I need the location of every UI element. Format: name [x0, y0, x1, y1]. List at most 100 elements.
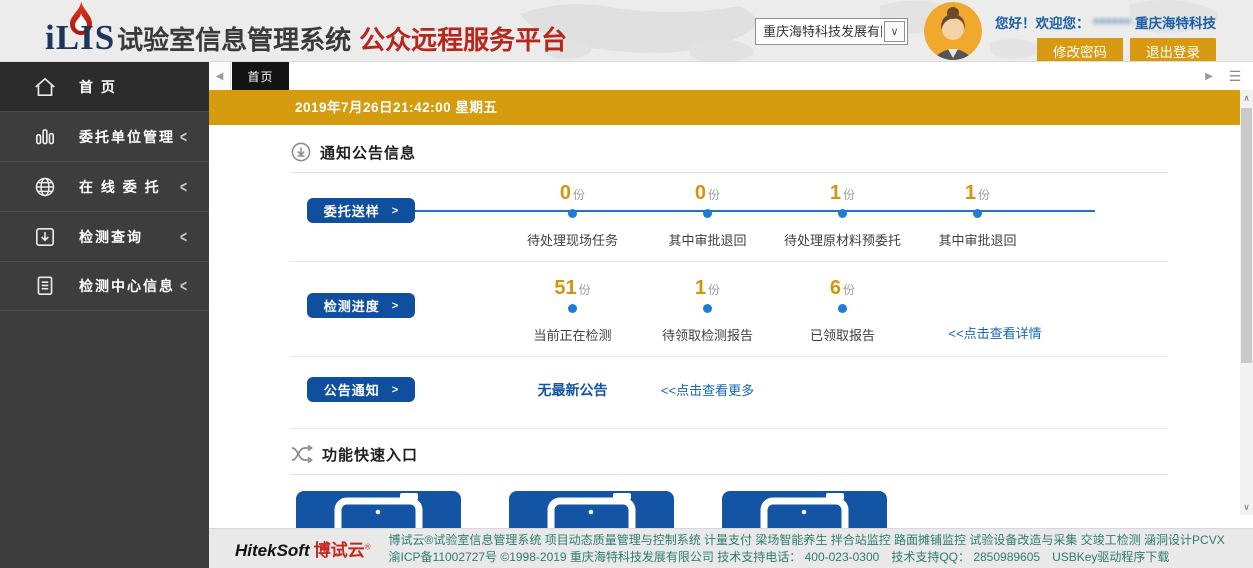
content-area: ◀ 首页 ▶ ☰ 2019年7月26日21:42:00 星期五 通知公告信息 [209, 62, 1253, 568]
chevron-left-icon: < [180, 227, 187, 247]
sidebar-item-label: 首 页 [79, 77, 117, 97]
stat-value: 6 [830, 277, 841, 299]
logo-text: iLIS试验室信息管理系统公众远程服务平台 [45, 18, 567, 58]
announcements-button[interactable]: 公告通知> [307, 377, 415, 402]
scroll-down-icon[interactable]: ∨ [1240, 499, 1253, 515]
timeline-dot [703, 209, 712, 218]
document-icon [33, 274, 57, 298]
arrow-right-icon: > [392, 384, 398, 396]
arrow-right-icon: > [392, 300, 398, 312]
sample-delivery-stats: 0份 待处理现场任务 0份 其中审批退回 1份 待处理原材料预委托 [415, 181, 1168, 249]
main-panel: 通知公告信息 委托送样> 0份 待处理现场任务 [209, 125, 1240, 568]
sidebar-item-test-query[interactable]: 检测查询 < [0, 211, 209, 261]
user-avatar[interactable] [924, 2, 982, 60]
logo-title: 试验室信息管理系统 [117, 25, 351, 55]
stat-value: 1 [695, 277, 706, 299]
arrow-right-icon: > [392, 205, 398, 217]
footer-line-copyright: 渝ICP备11002727号 ©1998-2019 重庆海特科技发展有限公司 技… [389, 549, 1225, 566]
timeline-dot [568, 209, 577, 218]
notice-row-announcements: 公告通知> 无最新公告 <<点击查看更多 [290, 357, 1168, 429]
stat-value: 1 [830, 182, 841, 204]
sidebar: 首 页 委托单位管理 < 在 线 委 托 < 检测查询 [0, 62, 209, 568]
notice-section-title: 通知公告信息 [320, 142, 416, 163]
stat-item: 1份 其中审批退回 [910, 181, 1045, 249]
shuffle-icon [290, 443, 314, 465]
timeline-dot [703, 304, 712, 313]
stat-label: 已领取报告 [775, 325, 910, 344]
footer: HitekSoft博试云® 博试云®试验室信息管理系统 项目动态质量管理与控制系… [209, 528, 1253, 568]
stat-item: 6份 已领取报告 [775, 276, 910, 344]
welcome-company: 重庆海特科技 [1135, 16, 1216, 31]
stat-label: 当前正在检测 [505, 325, 640, 344]
stat-unit: 份 [978, 188, 990, 202]
scrollbar-thumb[interactable] [1241, 108, 1252, 363]
sidebar-item-online-commission[interactable]: 在 线 委 托 < [0, 161, 209, 211]
sidebar-item-label: 检测查询 [79, 227, 143, 247]
stat-value: 0 [695, 182, 706, 204]
bar-chart-icon [33, 125, 57, 149]
stat-label: 待领取检测报告 [640, 325, 775, 344]
boshiyun-logo-text: 博试云 [314, 541, 365, 560]
test-progress-button[interactable]: 检测进度> [307, 293, 415, 318]
change-password-button[interactable]: 修改密码 [1037, 38, 1123, 62]
logout-button[interactable]: 退出登录 [1130, 38, 1216, 62]
stat-label: 其中审批退回 [640, 230, 775, 249]
company-select-value: 重庆海特科技发展有限 [756, 19, 882, 44]
tab-scroll-left-button[interactable]: ◀ [209, 62, 231, 90]
logo-subtitle: 公众远程服务平台 [359, 25, 567, 55]
home-icon [33, 75, 57, 99]
sidebar-item-home[interactable]: 首 页 [0, 62, 209, 111]
view-details-link[interactable]: <<点击查看详情 [910, 276, 1080, 344]
footer-text: 博试云®试验室信息管理系统 项目动态质量管理与控制系统 计量支付 梁场智能养生 … [389, 532, 1225, 566]
stat-label: 待处理原材料预委托 [775, 230, 910, 249]
logo-ilis: iLIS [45, 18, 115, 57]
stat-label: 待处理现场任务 [505, 230, 640, 249]
header-buttons: 修改密码 退出登录 [1037, 38, 1216, 62]
timeline-dot [568, 304, 577, 313]
avatar-icon [924, 2, 982, 60]
stat-unit: 份 [708, 283, 720, 297]
scroll-up-icon[interactable]: ∧ [1240, 90, 1253, 106]
footer-line-products: 博试云®试验室信息管理系统 项目动态质量管理与控制系统 计量支付 梁场智能养生 … [389, 532, 1225, 549]
test-progress-stats: 51份 当前正在检测 1份 待领取检测报告 6份 已领取报告 [415, 276, 1168, 344]
notice-row-sample-delivery: 委托送样> 0份 待处理现场任务 0份 其中审批退回 [290, 173, 1168, 262]
timeline-dot [838, 209, 847, 218]
stat-item: 0份 待处理现场任务 [505, 181, 640, 249]
tab-menu-icon[interactable]: ☰ [1225, 62, 1245, 90]
tab-scroll-right-button[interactable]: ▶ [1199, 62, 1219, 90]
notice-section-header: 通知公告信息 [290, 141, 1168, 173]
username-redacted: ****** [1093, 16, 1131, 31]
stat-value: 0 [560, 182, 571, 204]
notice-row-test-progress: 检测进度> 51份 当前正在检测 1份 待领取检测报告 [290, 262, 1168, 357]
page: iLIS试验室信息管理系统公众远程服务平台 重庆海特科技发展有限 ∨ 您好！欢迎… [0, 0, 1253, 568]
welcome-greeting: 您好！欢迎您： [995, 16, 1090, 31]
download-box-icon [33, 225, 57, 249]
sample-delivery-button[interactable]: 委托送样> [307, 198, 415, 223]
date-bar: 2019年7月26日21:42:00 星期五 [209, 90, 1240, 125]
company-select[interactable]: 重庆海特科技发展有限 ∨ [755, 18, 908, 45]
registered-mark: ® [365, 543, 371, 552]
vertical-scrollbar[interactable]: ∧ ∨ [1240, 90, 1253, 515]
stat-item: 0份 其中审批退回 [640, 181, 775, 249]
sidebar-item-label: 在 线 委 托 [79, 177, 161, 197]
quick-section-header: 功能快速入口 [290, 443, 1168, 475]
view-more-link[interactable]: <<点击查看更多 [640, 380, 775, 399]
stat-unit: 份 [573, 188, 585, 202]
sidebar-item-client-management[interactable]: 委托单位管理 < [0, 111, 209, 161]
sidebar-item-label: 检测中心信息 [79, 276, 175, 296]
chevron-left-icon: < [180, 127, 187, 147]
tab-home[interactable]: 首页 [232, 62, 289, 90]
stat-unit: 份 [843, 188, 855, 202]
quick-section-title: 功能快速入口 [322, 444, 418, 465]
chevron-left-icon: < [180, 276, 187, 296]
select-arrow-icon: ∨ [884, 21, 905, 42]
stat-value: 1 [965, 182, 976, 204]
stat-unit: 份 [843, 283, 855, 297]
stat-item: 1份 待处理原材料预委托 [775, 181, 910, 249]
sidebar-item-center-info[interactable]: 检测中心信息 < [0, 261, 209, 311]
footer-logo: HitekSoft博试云® [235, 536, 371, 561]
app-logo: iLIS试验室信息管理系统公众远程服务平台 [45, 0, 565, 62]
app-header: iLIS试验室信息管理系统公众远程服务平台 重庆海特科技发展有限 ∨ 您好！欢迎… [0, 0, 1253, 62]
globe-icon [33, 175, 57, 199]
timeline-dot [838, 304, 847, 313]
